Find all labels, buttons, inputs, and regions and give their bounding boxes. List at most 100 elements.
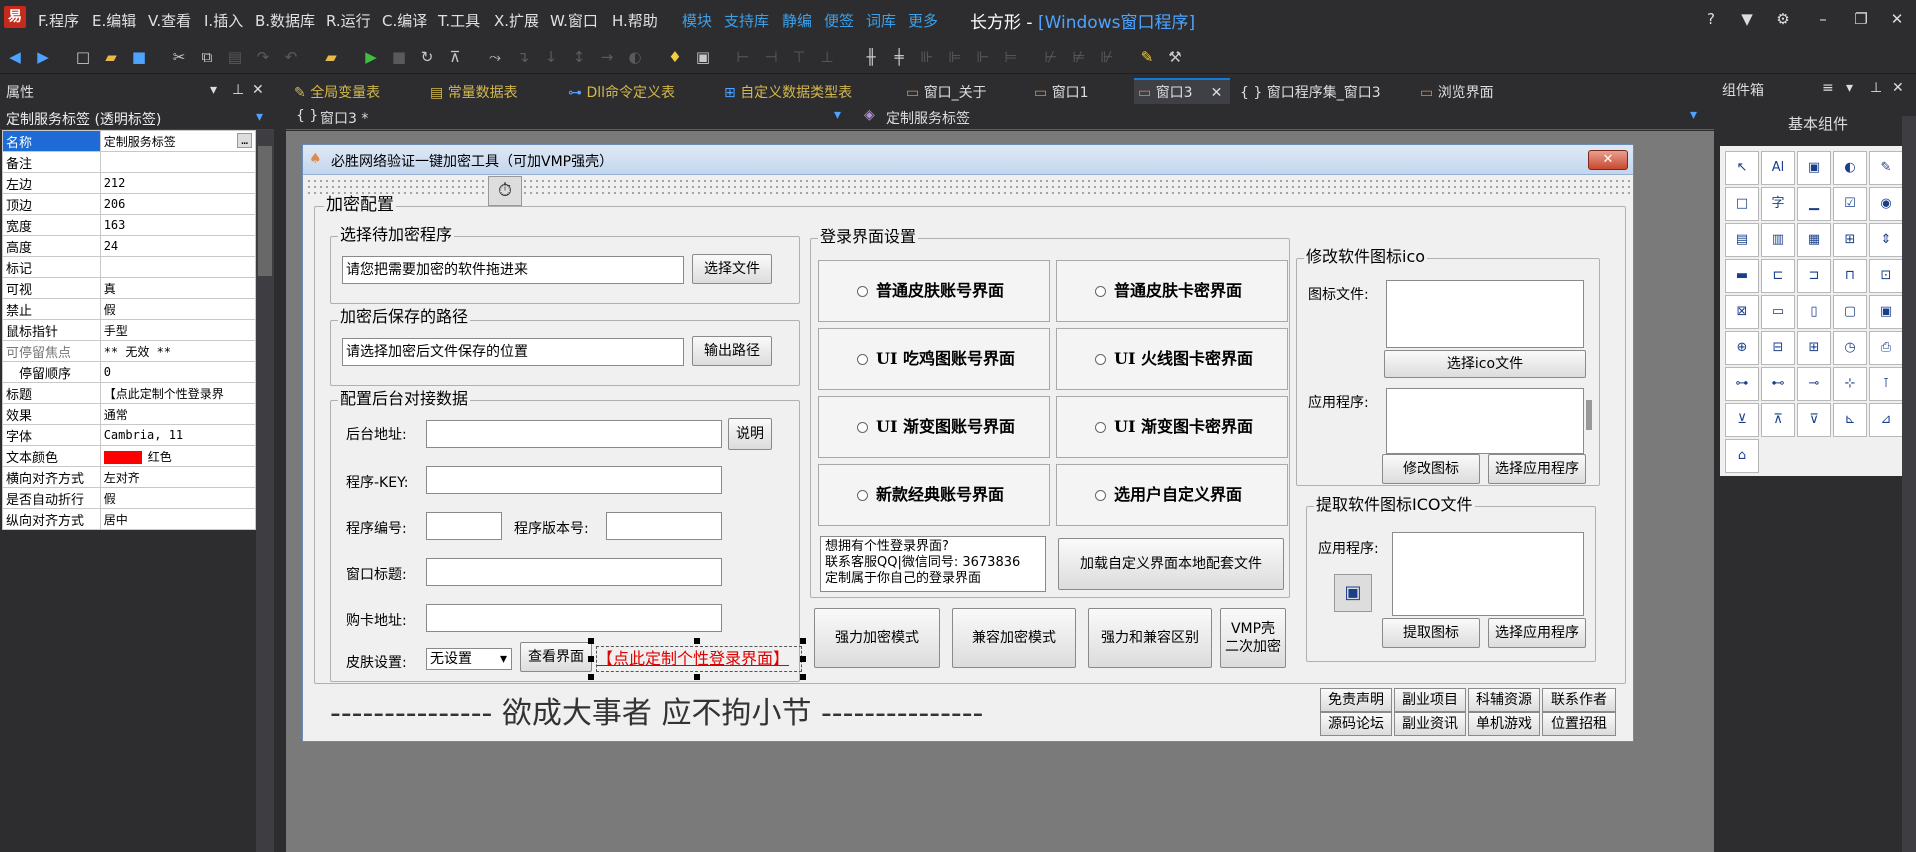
modify-icon-button[interactable]: 修改图标 (1382, 454, 1480, 484)
component-icon[interactable]: ▁ (1797, 187, 1831, 221)
link-side-projects[interactable]: 副业项目 (1394, 688, 1466, 712)
link-ad-space[interactable]: 位置招租 (1542, 712, 1616, 736)
link-single-games[interactable]: 单机游戏 (1468, 712, 1540, 736)
center-h-icon[interactable]: ╪ (888, 46, 910, 68)
component-icon[interactable]: □ (1725, 187, 1759, 221)
component-icon[interactable]: ▣ (1797, 151, 1831, 185)
center-v-icon[interactable]: ╫ (860, 46, 882, 68)
link-static[interactable]: 静编 (782, 10, 812, 31)
component-icon[interactable]: ⊽ (1797, 403, 1831, 437)
resize-handle[interactable] (800, 638, 806, 644)
property-row[interactable]: 高度 24 (2, 235, 257, 257)
component-icon[interactable]: Al (1761, 151, 1795, 185)
link-contact-author[interactable]: 联系作者 (1542, 688, 1616, 712)
step-over-icon[interactable]: ⤳ (484, 46, 506, 68)
property-value[interactable]: 定制服务标签… (99, 130, 257, 152)
textbox-scroll-thumb[interactable] (1586, 400, 1592, 430)
tab-dll-commands[interactable]: ⊶ Dll命令定义表 (568, 82, 675, 102)
component-icon[interactable]: ◷ (1833, 331, 1867, 365)
save-icon[interactable]: ■ (128, 46, 150, 68)
menu-insert[interactable]: I.插入 (204, 10, 243, 31)
property-row[interactable]: 顶边 206 (2, 193, 257, 215)
component-icon[interactable]: ▭ (1761, 295, 1795, 329)
copy-icon[interactable]: ⧉ (196, 46, 218, 68)
step-up-icon[interactable]: ↕ (568, 46, 590, 68)
component-icon[interactable]: ⊠ (1725, 295, 1759, 329)
property-value[interactable]: 0 (99, 361, 257, 383)
property-value[interactable]: 手型 (99, 319, 257, 341)
undo-icon[interactable]: ↶ (280, 46, 302, 68)
extract-app-preview[interactable] (1392, 532, 1584, 616)
new-file-icon[interactable]: □ (72, 46, 94, 68)
extract-select-app-button[interactable]: 选择应用程序 (1488, 618, 1586, 648)
forward-icon[interactable]: ▶ (32, 46, 54, 68)
menu-help[interactable]: H.帮助 (612, 10, 658, 31)
pin-icon[interactable]: ⊥ (232, 82, 244, 98)
component-icon[interactable]: ⊶ (1725, 367, 1759, 401)
tab-global-vars[interactable]: ✎ 全局变量表 (294, 82, 380, 102)
property-value[interactable]: ** 无效 ** (99, 340, 257, 362)
property-row[interactable]: 鼠标指针 手型 (2, 319, 257, 341)
dropdown-icon[interactable]: ▾ (1846, 80, 1853, 96)
component-icon[interactable]: ☑ (1833, 187, 1867, 221)
menu-program[interactable]: F.程序 (38, 10, 79, 31)
property-value[interactable]: 红色 (99, 445, 257, 467)
property-row[interactable]: 效果 通常 (2, 403, 257, 425)
link-side-news[interactable]: 副业资讯 (1394, 712, 1466, 736)
property-value[interactable]: 206 (99, 193, 257, 215)
property-row[interactable]: 停留顺序 0 (2, 361, 257, 383)
component-icon[interactable]: ⊏ (1761, 259, 1795, 293)
paste-icon[interactable]: ▤ (224, 46, 246, 68)
component-icon[interactable]: ⊿ (1869, 403, 1903, 437)
refresh-icon[interactable]: ↻ (416, 46, 438, 68)
component-icon[interactable]: ⊞ (1797, 331, 1831, 365)
menu-compile[interactable]: C.编译 (382, 10, 427, 31)
resize-handle[interactable] (588, 656, 594, 662)
panel-close-icon[interactable]: ✕ (1892, 80, 1904, 96)
pen-icon[interactable]: ✎ (1136, 46, 1158, 68)
tools-icon[interactable]: ⚒ (1164, 46, 1186, 68)
panel-close-icon[interactable]: ✕ (252, 82, 264, 98)
equal-height-icon[interactable]: ⊨ (1000, 46, 1022, 68)
back-icon[interactable]: ◀ (4, 46, 26, 68)
load-custom-config-button[interactable]: 加载自定义界面本地配套文件 (1058, 538, 1284, 590)
extract-icon-button[interactable]: 提取图标 (1382, 618, 1480, 648)
backend-url-input[interactable] (426, 420, 722, 448)
component-icon[interactable]: ▢ (1833, 295, 1867, 329)
program-number-input[interactable] (426, 512, 502, 540)
help-icon[interactable]: ? (1698, 8, 1724, 30)
component-icon[interactable]: ⊼ (1761, 403, 1795, 437)
property-row[interactable]: 字体 Cambria, 11 (2, 424, 257, 446)
align-right-icon[interactable]: ⊣ (760, 46, 782, 68)
link-support-lib[interactable]: 支持库 (724, 10, 769, 31)
property-value[interactable]: 假 (99, 298, 257, 320)
property-row[interactable]: 横向对齐方式 左对齐 (2, 466, 257, 488)
property-value[interactable]: 居中 (99, 508, 257, 530)
minimize-icon[interactable]: – (1810, 8, 1836, 30)
property-value[interactable]: 左对齐 (99, 466, 257, 488)
menu-extend[interactable]: X.扩展 (494, 10, 539, 31)
component-icon[interactable]: ⌂ (1725, 439, 1759, 473)
subbar-right-label[interactable]: 定制服务标签 (886, 108, 970, 128)
component-icon[interactable]: ◐ (1833, 151, 1867, 185)
component-scrollbar[interactable] (1902, 116, 1916, 852)
breakpoint-icon[interactable]: ◐ (624, 46, 646, 68)
align-top-icon[interactable]: ⊤ (788, 46, 810, 68)
skin-select[interactable]: 无设置 ▾ (426, 648, 512, 670)
mode-difference-button[interactable]: 强力和兼容区别 (1088, 608, 1212, 668)
find-icon[interactable]: ▰ (320, 46, 342, 68)
tab-window-about[interactable]: ▭ 窗口_关于 (906, 82, 987, 102)
component-icon[interactable]: ⇕ (1869, 223, 1903, 257)
radio-classic-account[interactable]: 新款经典账号界面 (818, 464, 1050, 526)
stop-icon[interactable]: ■ (388, 46, 410, 68)
radio-ui-gradient-account[interactable]: UI 渐变图账号界面 (818, 396, 1050, 458)
tab-window3-assembly[interactable]: { } 窗口程序集_窗口3 (1240, 82, 1381, 102)
cut-icon[interactable]: ✂ (168, 46, 190, 68)
component-icon[interactable]: ⊟ (1761, 331, 1795, 365)
property-row[interactable]: 备注 (2, 151, 257, 173)
ellipsis-icon[interactable]: … (237, 132, 252, 148)
explain-button[interactable]: 说明 (728, 418, 772, 450)
size-height-icon[interactable]: ⊭ (1068, 46, 1090, 68)
link-resources[interactable]: 科辅资源 (1468, 688, 1540, 712)
component-icon[interactable]: ⊷ (1761, 367, 1795, 401)
